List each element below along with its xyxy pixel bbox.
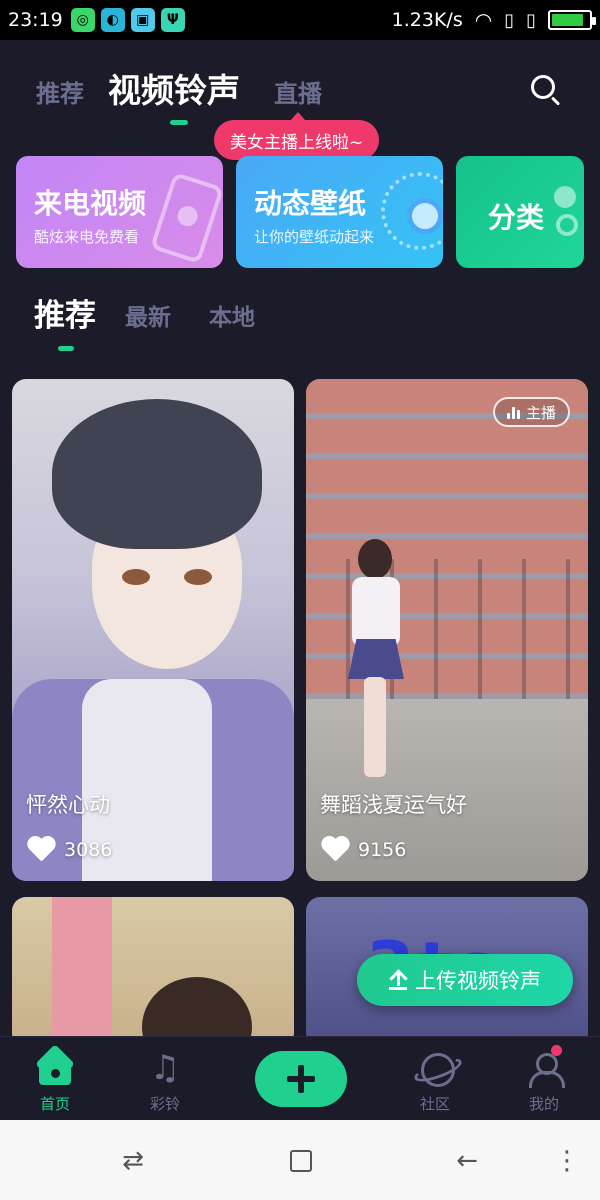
video-card[interactable]: 主播 舞蹈浅夏运气好 9156 bbox=[306, 379, 588, 881]
nav-label: 我的 bbox=[528, 1095, 559, 1113]
nav-home[interactable]: 首页 bbox=[15, 1049, 95, 1114]
incoming-call-video-card[interactable]: 来电视频 酷炫来电免费看 bbox=[16, 156, 223, 268]
planet-icon bbox=[415, 1049, 455, 1087]
home-icon bbox=[35, 1049, 75, 1087]
status-time: 23:19 bbox=[8, 9, 63, 31]
subtab-active-indicator bbox=[58, 346, 74, 351]
video-title: 舞蹈浅夏运气好 bbox=[320, 793, 467, 817]
nav-label: 首页 bbox=[39, 1095, 70, 1113]
tab-video-ringtone[interactable]: 视频铃声 bbox=[108, 64, 240, 112]
thumbnail-illustration bbox=[122, 569, 150, 585]
upload-icon bbox=[389, 970, 407, 990]
notification-icons: ◎ ◐ ▣ Ψ bbox=[70, 8, 185, 32]
feature-title: 来电视频 bbox=[34, 187, 147, 220]
switch-apps-icon[interactable]: ⇄ bbox=[118, 1146, 148, 1176]
wifi-icon: ◠ bbox=[474, 8, 493, 32]
search-icon[interactable] bbox=[526, 70, 566, 110]
user-icon bbox=[524, 1045, 565, 1088]
nav-label: 彩铃 bbox=[149, 1095, 180, 1113]
subtab-latest[interactable]: 最新 bbox=[125, 298, 171, 332]
app-notification-icon: ◐ bbox=[100, 8, 125, 32]
network-speed: 1.23K/s bbox=[391, 9, 463, 31]
system-navigation-bar: ⇄ ← ⋮ bbox=[0, 1120, 600, 1200]
live-wallpaper-card[interactable]: 动态壁纸 让你的壁纸动起来 bbox=[236, 156, 443, 268]
app-notification-icon: ◎ bbox=[70, 8, 95, 32]
sim-icon: ▯ bbox=[526, 9, 536, 31]
ring-decoration-icon bbox=[381, 172, 443, 250]
nav-label: 社区 bbox=[419, 1095, 450, 1113]
video-card[interactable] bbox=[12, 897, 294, 1047]
live-badge: 主播 bbox=[492, 397, 570, 427]
video-title: 怦然心动 bbox=[26, 793, 110, 817]
nav-ringtone[interactable]: ♫ 彩铃 bbox=[125, 1049, 205, 1114]
heart-icon bbox=[26, 837, 56, 863]
heart-icon bbox=[320, 837, 350, 863]
add-button[interactable] bbox=[255, 1051, 347, 1107]
feature-subtitle: 酷炫来电免费看 bbox=[34, 228, 140, 246]
upload-button-label: 上传视频铃声 bbox=[415, 969, 541, 993]
live-tooltip-bubble[interactable]: 美女主播上线啦~ bbox=[214, 112, 380, 160]
tab-live[interactable]: 直播 bbox=[274, 74, 322, 109]
bottom-navigation: 首页 ♫ 彩铃 社区 我的 bbox=[0, 1036, 600, 1120]
video-card[interactable]: 怦然心动 3086 bbox=[12, 379, 294, 881]
app-notification-icon: ▣ bbox=[130, 8, 155, 32]
category-decoration-icon bbox=[554, 186, 576, 208]
live-badge-label: 主播 bbox=[525, 403, 556, 422]
thumbnail-illustration bbox=[52, 897, 112, 1047]
home-square-icon[interactable] bbox=[286, 1146, 316, 1176]
subtab-local[interactable]: 本地 bbox=[209, 298, 255, 332]
tab-recommend[interactable]: 推荐 bbox=[36, 74, 84, 109]
usb-icon: Ψ bbox=[160, 8, 185, 32]
like-count-value: 9156 bbox=[358, 839, 407, 861]
like-count[interactable]: 3086 bbox=[26, 837, 112, 863]
feature-subtitle: 让你的壁纸动起来 bbox=[254, 228, 375, 246]
like-count-value: 3086 bbox=[64, 839, 113, 861]
notification-badge bbox=[551, 1045, 562, 1056]
add-icon bbox=[287, 1065, 315, 1093]
category-card[interactable]: 分类 bbox=[456, 156, 584, 268]
tab-active-indicator bbox=[170, 120, 188, 125]
thumbnail-illustration bbox=[52, 399, 262, 549]
music-note-icon: ♫ bbox=[149, 1048, 181, 1088]
more-menu-icon[interactable]: ⋮ bbox=[552, 1146, 582, 1176]
battery-icon bbox=[548, 10, 596, 30]
nav-profile[interactable]: 我的 bbox=[504, 1045, 584, 1114]
thumbnail-illustration bbox=[346, 539, 406, 789]
category-decoration-icon bbox=[556, 214, 578, 236]
status-right: 1.23K/s ◠ ▯ ▯ bbox=[391, 8, 596, 32]
live-bars-icon bbox=[506, 405, 520, 419]
thumbnail-illustration bbox=[184, 569, 212, 585]
phone-decoration-icon bbox=[149, 171, 223, 265]
feature-title: 动态壁纸 bbox=[254, 187, 367, 220]
feature-title: 分类 bbox=[488, 201, 545, 234]
subtab-recommend[interactable]: 推荐 bbox=[34, 290, 96, 335]
like-count[interactable]: 9156 bbox=[320, 837, 406, 863]
upload-video-ringtone-button[interactable]: 上传视频铃声 bbox=[357, 954, 573, 1006]
sim-icon: ▯ bbox=[504, 9, 515, 31]
back-arrow-icon[interactable]: ← bbox=[452, 1146, 482, 1176]
nav-community[interactable]: 社区 bbox=[395, 1049, 475, 1114]
status-bar: 23:19 ◎ ◐ ▣ Ψ 1.23K/s ◠ ▯ ▯ bbox=[0, 0, 600, 40]
